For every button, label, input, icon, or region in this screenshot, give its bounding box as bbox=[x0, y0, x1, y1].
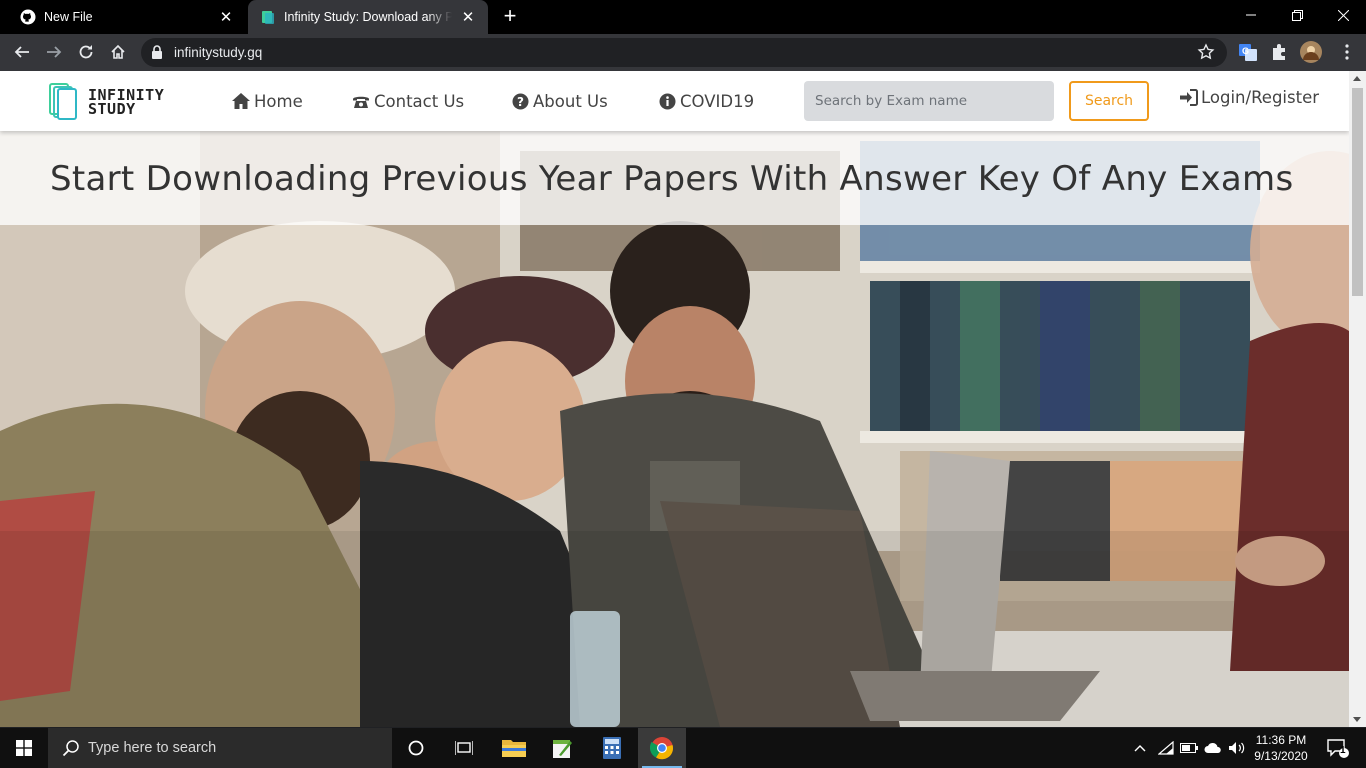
notepad-plus-plus-icon[interactable] bbox=[538, 728, 586, 768]
hero-banner: Start Downloading Previous Year Papers W… bbox=[0, 131, 1349, 225]
tab-strip: New File ✕ Infinity Study: Download any … bbox=[0, 0, 1366, 34]
scroll-down-arrow-icon[interactable] bbox=[1353, 717, 1361, 722]
info-circle-icon bbox=[659, 93, 676, 109]
home-icon bbox=[232, 93, 250, 109]
calculator-icon[interactable] bbox=[588, 728, 636, 768]
svg-text:?: ? bbox=[517, 95, 524, 109]
taskbar-clock[interactable]: 11:36 PM 9/13/2020 bbox=[1250, 732, 1312, 764]
forward-arrow-icon[interactable] bbox=[42, 40, 66, 64]
address-bar[interactable]: infinitystudy.gq bbox=[141, 38, 1227, 67]
close-tab-icon[interactable]: ✕ bbox=[460, 9, 476, 26]
notification-center-icon[interactable]: 1 bbox=[1318, 728, 1358, 768]
logo-line-2: STUDY bbox=[88, 100, 136, 118]
taskbar-search-placeholder: Type here to search bbox=[88, 740, 217, 756]
tab-title: New File bbox=[44, 10, 93, 24]
url-text: infinitystudy.gq bbox=[174, 45, 263, 60]
notification-count: 1 bbox=[1340, 745, 1346, 756]
onedrive-cloud-icon[interactable] bbox=[1202, 728, 1224, 768]
hero-section: Start Downloading Previous Year Papers W… bbox=[0, 131, 1349, 727]
chrome-menu-icon[interactable] bbox=[1335, 40, 1359, 64]
chrome-taskbar-icon[interactable] bbox=[638, 728, 686, 768]
reload-icon[interactable] bbox=[74, 40, 98, 64]
scroll-up-arrow-icon[interactable] bbox=[1353, 76, 1361, 81]
logo-text: INFINITY STUDY bbox=[88, 88, 164, 118]
hero-heading: Start Downloading Previous Year Papers W… bbox=[50, 159, 1294, 199]
svg-text:G: G bbox=[1242, 46, 1249, 56]
show-hidden-icons-chevron-icon[interactable] bbox=[1130, 728, 1150, 768]
tab-new-file[interactable]: New File ✕ bbox=[8, 0, 246, 34]
nav-contact[interactable]: Contact Us bbox=[352, 90, 464, 112]
cortana-icon[interactable] bbox=[392, 728, 440, 768]
login-register-label: Login/Register bbox=[1201, 88, 1320, 107]
search-button[interactable]: Search bbox=[1069, 81, 1149, 121]
battery-icon[interactable] bbox=[1178, 728, 1200, 768]
nav-home[interactable]: Home bbox=[232, 90, 303, 112]
nav-contact-label: Contact Us bbox=[374, 91, 465, 111]
puzzle-icon[interactable] bbox=[1268, 41, 1290, 63]
close-window-icon[interactable] bbox=[1320, 0, 1366, 30]
translate-icon[interactable]: G bbox=[1237, 41, 1259, 63]
lock-icon bbox=[152, 45, 162, 59]
scrollbar-thumb[interactable] bbox=[1352, 88, 1363, 296]
tab-infinity-study[interactable]: Infinity Study: Download any Previous Ye… bbox=[248, 0, 488, 34]
back-arrow-icon[interactable] bbox=[10, 40, 34, 64]
restore-icon[interactable] bbox=[1274, 0, 1320, 30]
github-icon bbox=[20, 9, 36, 25]
volume-icon[interactable] bbox=[1226, 728, 1248, 768]
tab-title: Infinity Study: Download any Previous Ye… bbox=[284, 10, 452, 24]
windows-start-icon[interactable] bbox=[0, 728, 48, 768]
new-tab-button[interactable]: + bbox=[498, 5, 522, 29]
clock-time: 11:36 PM bbox=[1255, 733, 1307, 747]
file-explorer-icon[interactable] bbox=[490, 728, 538, 768]
site-logo[interactable]: INFINITY STUDY bbox=[49, 83, 179, 121]
question-circle-icon: ? bbox=[512, 93, 529, 109]
login-register-link[interactable]: Login/Register bbox=[1179, 88, 1319, 107]
nav-about-label: About Us bbox=[533, 91, 608, 111]
bookmark-star-icon[interactable] bbox=[1197, 43, 1215, 61]
wifi-icon[interactable] bbox=[1155, 728, 1177, 768]
clock-date: 9/13/2020 bbox=[1254, 749, 1308, 763]
sign-in-icon bbox=[1180, 89, 1198, 106]
nav-home-label: Home bbox=[254, 91, 303, 111]
browser-toolbar: infinitystudy.gq G bbox=[0, 34, 1366, 71]
minimize-icon[interactable] bbox=[1228, 0, 1274, 30]
exam-search-input[interactable] bbox=[804, 81, 1054, 121]
page-scrollbar[interactable] bbox=[1349, 71, 1366, 727]
logo-mark-icon bbox=[49, 83, 77, 120]
infinity-study-favicon bbox=[262, 11, 274, 24]
profile-avatar[interactable] bbox=[1300, 41, 1322, 63]
search-icon bbox=[62, 740, 79, 757]
nav-about[interactable]: ? About Us bbox=[512, 90, 608, 112]
nav-covid[interactable]: COVID19 bbox=[659, 90, 754, 112]
phone-icon bbox=[353, 96, 369, 108]
close-tab-icon[interactable]: ✕ bbox=[218, 9, 234, 26]
task-view-icon[interactable] bbox=[440, 728, 488, 768]
site-navbar: INFINITY STUDY Home Contact Us ? About U… bbox=[0, 71, 1349, 131]
home-icon[interactable] bbox=[106, 40, 130, 64]
nav-covid-label: COVID19 bbox=[680, 91, 755, 111]
web-page: INFINITY STUDY Home Contact Us ? About U… bbox=[0, 71, 1349, 727]
taskbar-search-box[interactable]: Type here to search bbox=[48, 728, 392, 768]
windows-taskbar: Type here to search 11:36 PM 9/13/2020 1 bbox=[0, 728, 1366, 768]
